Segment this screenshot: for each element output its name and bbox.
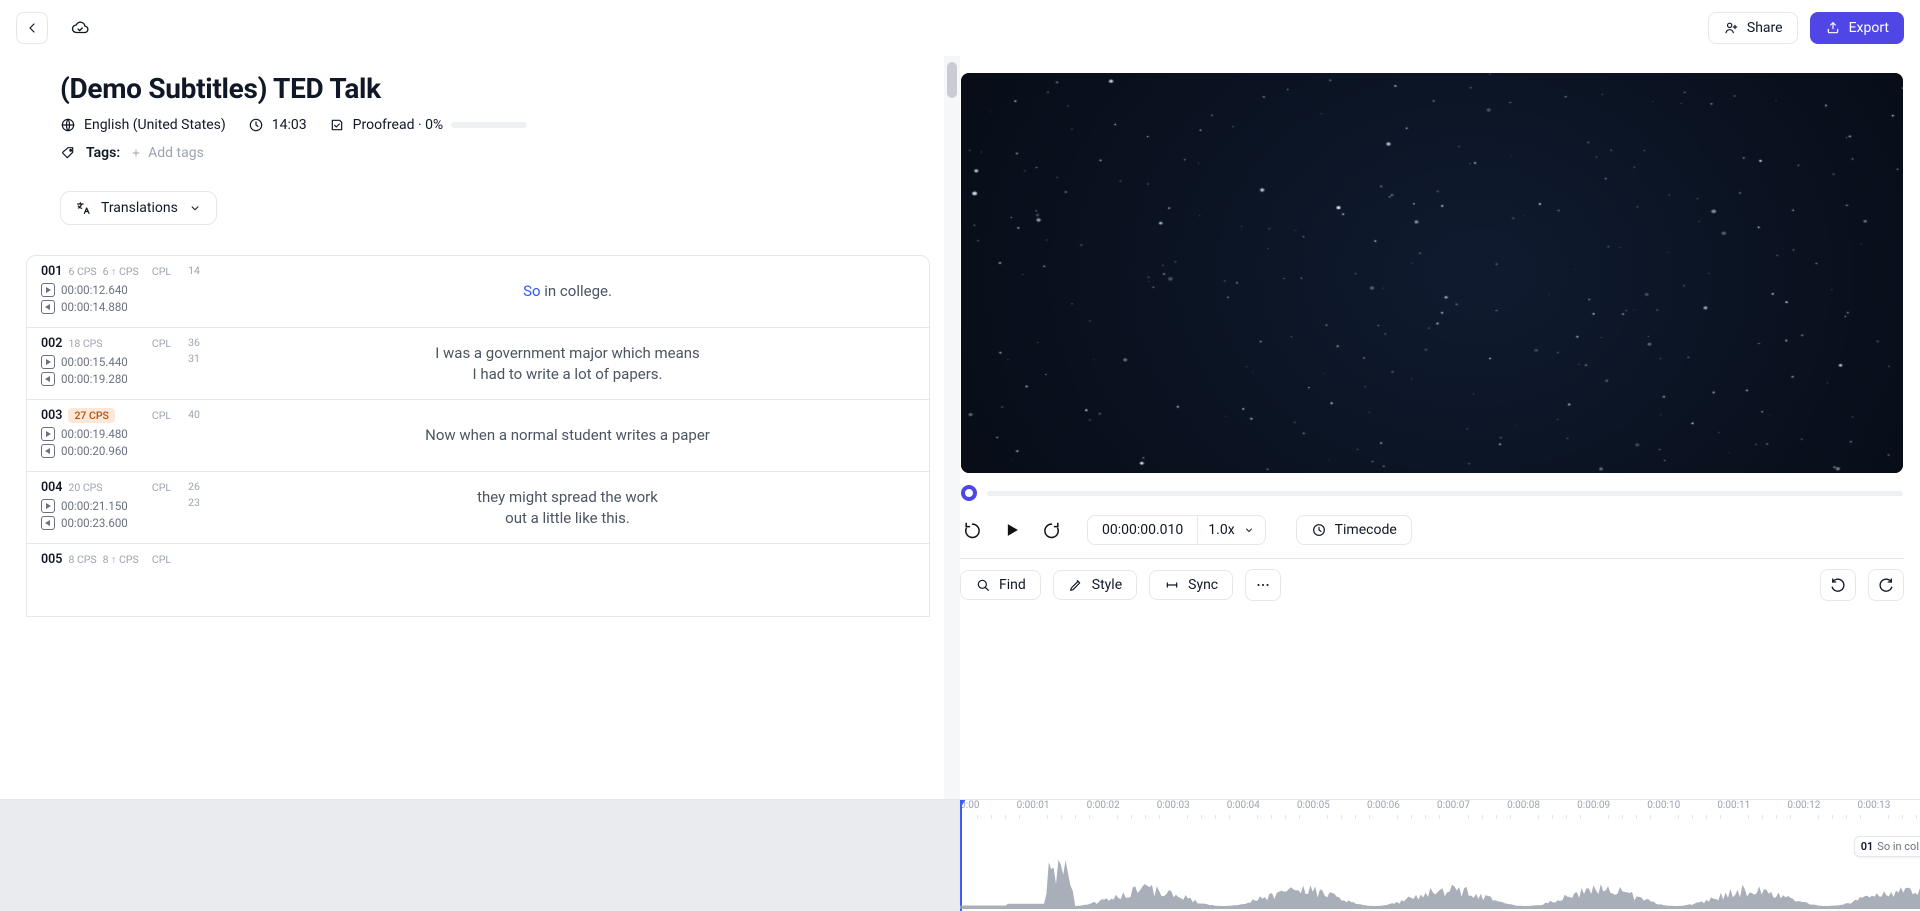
subtitle-index: 004: [41, 480, 62, 495]
undo-button[interactable]: [1820, 569, 1856, 601]
editor-panel: (Demo Subtitles) TED Talk English (Unite…: [0, 56, 960, 911]
preview-panel: 00:00:00.010 1.0x Timecode Find: [960, 56, 1920, 911]
clock-icon: [248, 117, 264, 133]
tc-in[interactable]: 00:00:19.480: [41, 427, 171, 441]
subtitle-text[interactable]: So in college.: [206, 256, 929, 327]
subtitle-text[interactable]: Now when a normal student writes a paper: [206, 400, 929, 471]
subtitle-row[interactable]: 0058 CPS8 ↑ CPSCPL: [27, 544, 929, 616]
undo-icon: [1829, 576, 1847, 594]
tc-in[interactable]: 00:00:15.440: [41, 355, 171, 369]
back-button[interactable]: [16, 12, 48, 44]
more-button[interactable]: [1245, 569, 1281, 601]
translate-icon: [75, 200, 91, 216]
export-icon: [1825, 20, 1841, 36]
globe-icon: [60, 117, 76, 133]
segment-chip[interactable]: 01So in col: [1854, 836, 1920, 857]
play-button[interactable]: [1001, 519, 1023, 541]
subtitle-list: 0016 CPS6 ↑ CPSCPL00:00:12.64000:00:14.8…: [26, 255, 930, 617]
subtitle-row[interactable]: 00327 CPSCPL00:00:19.48000:00:20.96040No…: [27, 400, 929, 472]
plus-icon: [130, 147, 142, 159]
video-preview[interactable]: [961, 73, 1903, 473]
export-button[interactable]: Export: [1810, 12, 1904, 44]
tc-out[interactable]: 00:00:14.880: [41, 300, 171, 314]
subtitle-index: 002: [41, 336, 62, 351]
share-label: Share: [1747, 20, 1783, 36]
timeline[interactable]: 0:00:000:00:010:00:020:00:030:00:040:00:…: [0, 799, 1920, 911]
proofread-chip[interactable]: Proofread · 0%: [329, 117, 528, 133]
scrub-track[interactable]: [987, 491, 1903, 496]
subtitle-index: 001: [41, 264, 62, 279]
dots-icon: [1254, 576, 1272, 594]
person-plus-icon: [1723, 20, 1739, 36]
pencil-icon: [1068, 577, 1084, 593]
tc-out[interactable]: 00:00:20.960: [41, 444, 171, 458]
timeline-track[interactable]: 0:00:000:00:010:00:020:00:030:00:040:00:…: [960, 800, 1920, 911]
play-icon: [1002, 520, 1022, 540]
subtitle-index: 003: [41, 408, 62, 423]
timecode-input[interactable]: 00:00:00.010: [1087, 515, 1197, 545]
tc-out[interactable]: 00:00:23.600: [41, 516, 171, 530]
subtitle-row[interactable]: 0016 CPS6 ↑ CPSCPL00:00:12.64000:00:14.8…: [27, 256, 929, 328]
share-button[interactable]: Share: [1708, 12, 1798, 44]
arrow-left-icon: [24, 20, 40, 36]
redo-icon: [1877, 576, 1895, 594]
rewind-icon: [962, 520, 982, 540]
subtitle-index: 005: [41, 552, 62, 567]
video-scrubber[interactable]: [961, 485, 1903, 501]
timecode-mode-button[interactable]: Timecode: [1296, 515, 1412, 545]
tc-out[interactable]: 00:00:19.280: [41, 372, 171, 386]
forward-icon: [1042, 520, 1062, 540]
tags-row: Tags: Add tags: [60, 145, 900, 161]
timeline-left-gutter: [0, 800, 960, 911]
tc-in[interactable]: 00:00:21.150: [41, 499, 171, 513]
cloud-sync-button[interactable]: [64, 12, 96, 44]
add-tags-button[interactable]: Add tags: [130, 145, 204, 161]
check-badge-icon: [329, 117, 345, 133]
waveform: [960, 841, 1920, 911]
tc-in[interactable]: 00:00:12.640: [41, 283, 171, 297]
forward-button[interactable]: [1041, 519, 1063, 541]
player-controls: 00:00:00.010 1.0x Timecode: [961, 515, 1903, 557]
chevron-down-icon: [188, 201, 202, 215]
translations-button[interactable]: Translations: [60, 191, 217, 225]
proofread-progress: [451, 122, 527, 128]
rewind-button[interactable]: [961, 519, 983, 541]
meta-row: English (United States) 14:03 Proofread …: [60, 117, 900, 133]
export-label: Export: [1849, 20, 1889, 36]
redo-button[interactable]: [1868, 569, 1904, 601]
scrub-handle[interactable]: [961, 485, 977, 501]
duration-chip: 14:03: [248, 117, 307, 133]
subtitle-row[interactable]: 00420 CPSCPL00:00:21.15000:00:23.6002623…: [27, 472, 929, 544]
chevron-down-icon: [1243, 524, 1255, 536]
cloud-check-icon: [71, 19, 89, 37]
subtitle-text[interactable]: I was a government major which meansI ha…: [206, 328, 929, 399]
tag-icon: [60, 145, 76, 161]
tags-label: Tags:: [86, 145, 120, 161]
subtitle-text[interactable]: [206, 544, 929, 616]
tool-row: Find Style Sync: [960, 559, 1904, 611]
sync-icon: [1164, 577, 1180, 593]
cps-warning-badge: 27 CPS: [68, 408, 114, 423]
clock-icon: [1311, 522, 1327, 538]
page-title: (Demo Subtitles) TED Talk: [60, 72, 900, 105]
subtitle-row[interactable]: 00218 CPSCPL00:00:15.44000:00:19.2803631…: [27, 328, 929, 400]
style-button[interactable]: Style: [1053, 570, 1137, 600]
language-chip[interactable]: English (United States): [60, 117, 226, 133]
speed-select[interactable]: 1.0x: [1197, 515, 1265, 545]
timeline-ruler: 0:00:000:00:010:00:020:00:030:00:040:00:…: [960, 800, 1920, 830]
subtitle-text[interactable]: they might spread the workout a little l…: [206, 472, 929, 543]
topbar: Share Export: [0, 0, 1920, 56]
sync-button[interactable]: Sync: [1149, 570, 1233, 600]
find-button[interactable]: Find: [960, 570, 1041, 600]
search-icon: [975, 577, 991, 593]
